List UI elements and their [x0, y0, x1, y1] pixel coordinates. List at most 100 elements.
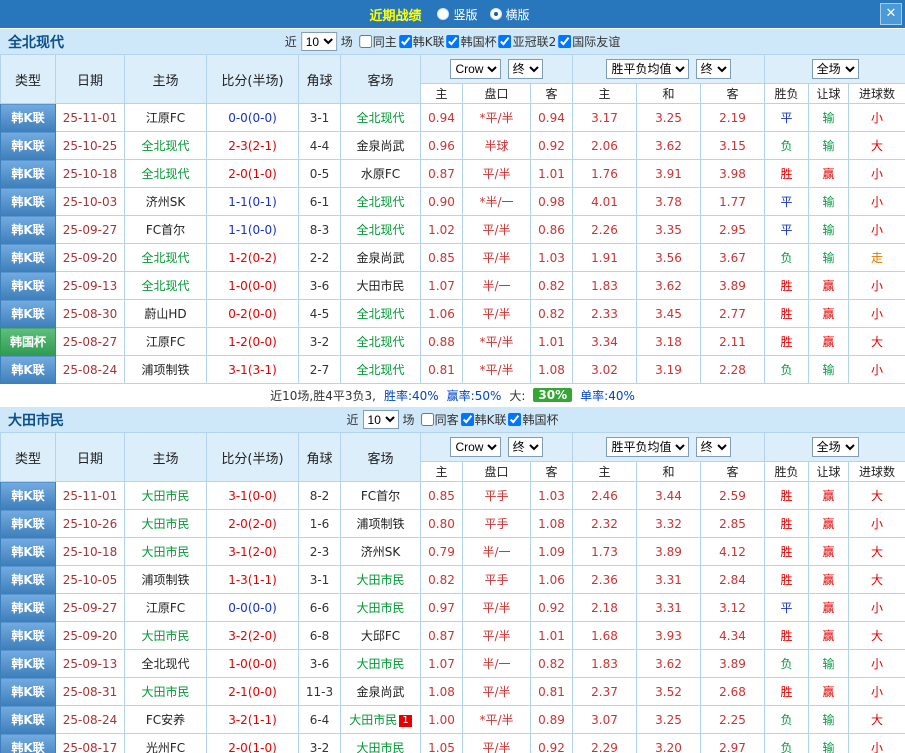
filter-checkbox[interactable]: 韩国杯: [446, 33, 497, 50]
corner-cell: 4-5: [298, 299, 341, 328]
match-row: 韩K联 25-09-13 全北现代 1-0(0-0) 3-6 大田市民 1.07 半/一 0.8…: [0, 271, 905, 300]
match-row: 韩K联 25-09-13 全北现代 1-0(0-0) 3-6 大田市民 1.07 半/一 0.8…: [0, 649, 905, 678]
match-date-cell: 25-08-31: [55, 677, 125, 706]
filter-checkbox-input[interactable]: [420, 413, 434, 426]
subcolumn-header: 客: [529, 83, 574, 104]
avg-away-cell: 2.77: [700, 299, 766, 328]
odds-handicap-cell: 平/半: [462, 593, 531, 622]
avg-home-cell: 1.83: [572, 271, 638, 300]
match-row: 韩K联 25-10-18 大田市民 3-1(2-0) 2-3 济州SK 0.79 半/一 1.0…: [0, 537, 905, 566]
avg-final-select[interactable]: 终: [695, 59, 731, 79]
close-icon[interactable]: ✕: [880, 3, 902, 25]
scope-select[interactable]: 全场: [811, 437, 859, 457]
goals-result-cell: 小: [848, 215, 905, 244]
filter-checkbox[interactable]: 韩K联: [398, 33, 445, 50]
layout-radio-horizontal[interactable]: 横版: [489, 6, 530, 23]
column-header-date: 日期: [55, 54, 125, 104]
score-cell: 3-1(3-1): [206, 355, 299, 384]
subcolumn-header: 主: [572, 83, 638, 104]
odds-handicap-cell: 平手: [462, 565, 531, 594]
odds-away-cell: 0.92: [529, 733, 574, 753]
column-header-corner: 角球: [298, 432, 341, 482]
matches-table: 类型 日期 主场 比分(半场) 角球 客场 Crow 终 胜平负均值 终 全场 …: [0, 54, 905, 384]
summary-big-label: 大:: [509, 388, 526, 403]
corner-cell: 3-1: [298, 103, 341, 132]
goals-result-cell: 小: [848, 355, 905, 384]
filter-checkbox-input[interactable]: [460, 413, 474, 426]
column-header-score: 比分(半场): [206, 432, 299, 482]
filter-checkbox-input[interactable]: [358, 35, 372, 48]
away-team-cell: 大田市民: [340, 271, 421, 300]
odds-home-cell: 0.94: [420, 103, 463, 132]
filter-bar: 近 10 场 同客 韩K联 韩国杯: [347, 410, 558, 429]
subcolumn-header: 盘口: [462, 83, 531, 104]
subcolumn-header: 胜负: [764, 461, 810, 482]
match-count-select[interactable]: 10: [362, 410, 399, 429]
home-team-cell: 济州SK: [124, 187, 207, 216]
scope-select[interactable]: 全场: [811, 59, 859, 79]
filter-checkbox-input[interactable]: [498, 35, 512, 48]
home-team-cell: 全北现代: [124, 649, 207, 678]
corner-cell: 6-4: [298, 705, 341, 734]
corner-cell: 11-3: [298, 677, 341, 706]
odds-final-select[interactable]: 终: [507, 59, 543, 79]
avg-home-cell: 2.18: [572, 593, 638, 622]
odds-home-cell: 0.90: [420, 187, 463, 216]
filter-checkbox[interactable]: 同客: [420, 411, 459, 428]
filter-checkbox[interactable]: 同主: [358, 33, 397, 50]
home-team-cell: 江原FC: [124, 103, 207, 132]
avg-home-cell: 3.02: [572, 355, 638, 384]
match-count-select[interactable]: 10: [300, 32, 337, 51]
match-date-cell: 25-09-20: [55, 621, 125, 650]
corner-cell: 6-8: [298, 621, 341, 650]
score-cell: 3-2(2-0): [206, 621, 299, 650]
odds-home-cell: 0.88: [420, 327, 463, 356]
league-type-cell: 韩K联: [0, 299, 56, 328]
filter-checkbox[interactable]: 国际友谊: [558, 33, 620, 50]
avg-select[interactable]: 胜平负均值: [606, 437, 690, 457]
subcolumn-header: 主: [572, 461, 638, 482]
avg-final-select[interactable]: 终: [695, 437, 731, 457]
layout-radio-vertical[interactable]: 竖版: [437, 6, 478, 23]
odds-handicap-cell: 平/半: [462, 159, 531, 188]
avg-home-cell: 3.07: [572, 705, 638, 734]
score-cell: 0-0(0-0): [206, 103, 299, 132]
avg-draw-cell: 3.18: [636, 327, 702, 356]
avg-select[interactable]: 胜平负均值: [606, 59, 690, 79]
avg-away-cell: 2.28: [700, 355, 766, 384]
filter-checkbox[interactable]: 亚冠联2: [498, 33, 557, 50]
filter-checkbox[interactable]: 韩国杯: [508, 411, 558, 428]
odds-final-select[interactable]: 终: [507, 437, 543, 457]
team-section: 大田市民 近 10 场 同客 韩K联 韩国杯 类型 日期 主场 比分(半场) 角…: [0, 406, 905, 753]
league-type-cell: 韩K联: [0, 243, 56, 272]
score-cell: 3-1(2-0): [206, 537, 299, 566]
odds-home-cell: 1.07: [420, 271, 463, 300]
filter-checkbox-input[interactable]: [398, 35, 412, 48]
league-type-cell: 韩K联: [0, 509, 56, 538]
avg-home-cell: 2.29: [572, 733, 638, 753]
corner-cell: 3-6: [298, 271, 341, 300]
away-team-cell: 大田市民: [340, 733, 421, 753]
filter-checkbox-input[interactable]: [558, 35, 572, 48]
league-type-cell: 韩K联: [0, 355, 56, 384]
odds-handicap-cell: 平/半: [462, 621, 531, 650]
avg-away-cell: 3.15: [700, 131, 766, 160]
odds-source-select[interactable]: Crow: [450, 59, 502, 79]
avg-draw-cell: 3.52: [636, 677, 702, 706]
match-date-cell: 25-08-27: [55, 327, 125, 356]
handicap-result-cell: 输: [808, 215, 850, 244]
odds-source-select[interactable]: Crow: [450, 437, 502, 457]
summary-prefix: 近10场,胜4平3负3,: [270, 388, 376, 403]
result-cell: 胜: [764, 299, 810, 328]
filter-checkbox[interactable]: 韩K联: [460, 411, 506, 428]
odds-header-cell: Crow 终: [419, 54, 574, 84]
handicap-result-cell: 赢: [808, 677, 850, 706]
filter-checkbox-input[interactable]: [446, 35, 460, 48]
avg-away-cell: 2.19: [700, 103, 766, 132]
games-label: 场: [402, 413, 415, 427]
filter-checkbox-input[interactable]: [508, 413, 522, 426]
odds-header-cell: Crow 终: [419, 432, 574, 462]
filter-checkbox-label: 亚冠联2: [512, 35, 557, 49]
league-type-cell: 韩K联: [0, 677, 56, 706]
avg-draw-cell: 3.19: [636, 355, 702, 384]
